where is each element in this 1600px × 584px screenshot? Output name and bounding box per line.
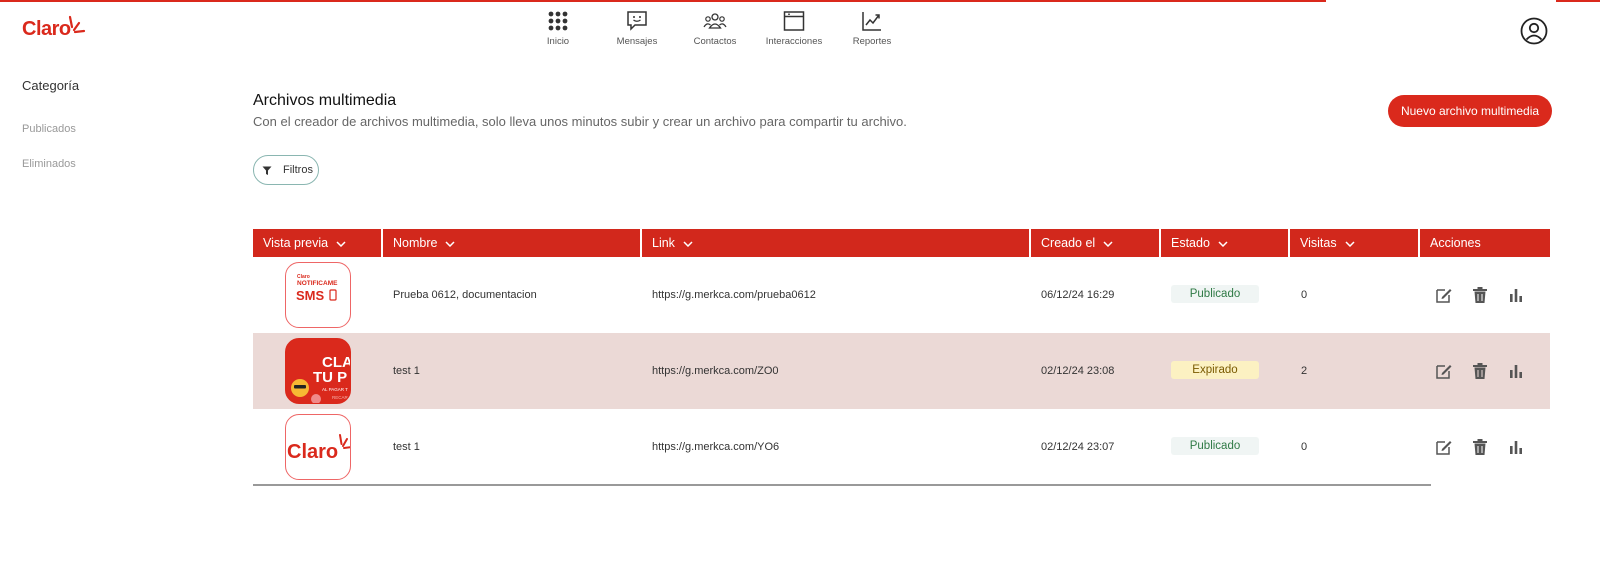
sms-preview-image: Claro NOTIFICAME SMS — [296, 274, 338, 303]
page-title: Archivos multimedia — [253, 92, 397, 109]
svg-text:Claro: Claro — [287, 441, 338, 463]
table-row[interactable]: Claro NOTIFICAME SMS Prueba 0612, docume… — [253, 257, 1550, 333]
created-date: 02/12/24 23:07 — [1041, 441, 1115, 453]
column-header-acciones: Acciones — [1420, 229, 1550, 257]
sidebar-item-publicados[interactable]: Publicados — [22, 123, 76, 135]
chevron-down-icon — [683, 241, 693, 247]
column-header-vista-previa[interactable]: Vista previa — [253, 229, 381, 257]
filters-label: Filtros — [283, 164, 313, 176]
trash-icon[interactable] — [1471, 362, 1489, 380]
preview-thumbnail[interactable]: Claro NOTIFICAME SMS — [285, 262, 351, 328]
file-name: test 1 — [393, 441, 420, 453]
column-header-nombre[interactable]: Nombre — [383, 229, 640, 257]
new-multimedia-button[interactable]: Nuevo archivo multimedia — [1388, 95, 1552, 127]
file-name: test 1 — [393, 365, 420, 377]
svg-text:NOTIFICAME: NOTIFICAME — [297, 280, 338, 287]
nav-item-mensajes[interactable]: Mensajes — [597, 9, 677, 53]
status-badge: Expirado — [1171, 361, 1259, 379]
page-subtitle: Con el creador de archivos multimedia, s… — [253, 114, 907, 129]
file-link[interactable]: https://g.merkca.com/ZO0 — [652, 333, 779, 409]
status-badge: Publicado — [1171, 285, 1259, 303]
column-header-link[interactable]: Link — [642, 229, 1029, 257]
status-badge: Publicado — [1171, 437, 1259, 455]
edit-icon[interactable] — [1435, 438, 1453, 456]
svg-text:SMS: SMS — [296, 288, 325, 303]
horizontal-scrollbar[interactable] — [253, 484, 1431, 486]
window-icon — [783, 11, 805, 31]
file-link[interactable]: https://g.merkca.com/YO6 — [652, 409, 779, 485]
visits-count: 2 — [1301, 365, 1308, 377]
created-date: 02/12/24 23:08 — [1041, 365, 1115, 377]
claro-logo-preview-image: Claro — [287, 434, 350, 463]
sidebar-item-eliminados[interactable]: Eliminados — [22, 158, 76, 170]
column-header-visitas[interactable]: Visitas — [1290, 229, 1418, 257]
logo-rays-icon — [68, 15, 86, 34]
filters-button[interactable]: Filtros — [253, 155, 319, 185]
nav-item-interacciones[interactable]: Interacciones — [754, 9, 834, 53]
preview-thumbnail[interactable]: CLA TU P AL PAGAR T RECAR — [285, 338, 351, 404]
nav-label: Interacciones — [765, 36, 823, 47]
grid-dots-icon — [548, 11, 568, 31]
table-row[interactable]: CLA TU P AL PAGAR T RECAR test 1 https:/… — [253, 333, 1550, 409]
chevron-down-icon — [1103, 241, 1113, 247]
promo-preview-image: CLA TU P AL PAGAR T RECAR — [286, 339, 350, 403]
nav-label: Contactos — [693, 36, 737, 47]
sidebar-title: Categoría — [22, 78, 80, 93]
bar-chart-icon[interactable] — [1507, 362, 1525, 380]
nav-item-inicio[interactable]: Inicio — [518, 9, 598, 53]
claro-logo[interactable]: Claro — [22, 14, 88, 44]
column-header-creado-el[interactable]: Creado el — [1031, 229, 1159, 257]
file-link[interactable]: https://g.merkca.com/prueba0612 — [652, 257, 816, 333]
trend-chart-icon — [862, 12, 881, 31]
nav-label: Reportes — [852, 36, 892, 47]
column-header-estado[interactable]: Estado — [1161, 229, 1288, 257]
bar-chart-icon[interactable] — [1507, 438, 1525, 456]
table-row[interactable]: Claro test 1 https://g.merkca.com/YO6 02… — [253, 409, 1550, 485]
edit-icon[interactable] — [1435, 286, 1453, 304]
user-circle-icon[interactable] — [1520, 17, 1548, 45]
people-icon — [703, 13, 727, 29]
edit-icon[interactable] — [1435, 362, 1453, 380]
svg-text:AL PAGAR T: AL PAGAR T — [322, 387, 348, 392]
visits-count: 0 — [1301, 441, 1308, 453]
nav-item-reportes[interactable]: Reportes — [832, 9, 912, 53]
svg-text:RECAR: RECAR — [332, 395, 349, 400]
nav-label: Inicio — [546, 36, 570, 47]
filter-funnel-icon — [262, 166, 272, 175]
chevron-down-icon — [1218, 241, 1228, 247]
nav-item-contactos[interactable]: Contactos — [675, 9, 755, 53]
trash-icon[interactable] — [1471, 438, 1489, 456]
svg-text:TU P: TU P — [313, 369, 347, 386]
bar-chart-icon[interactable] — [1507, 286, 1525, 304]
chat-bubble-icon — [627, 11, 647, 31]
nav-label: Mensajes — [616, 36, 658, 47]
preview-thumbnail[interactable]: Claro — [285, 414, 351, 480]
chevron-down-icon — [445, 241, 455, 247]
trash-icon[interactable] — [1471, 286, 1489, 304]
chevron-down-icon — [336, 241, 346, 247]
visits-count: 0 — [1301, 289, 1308, 301]
chevron-down-icon — [1345, 241, 1355, 247]
created-date: 06/12/24 16:29 — [1041, 289, 1115, 301]
file-name: Prueba 0612, documentacion — [393, 289, 537, 301]
